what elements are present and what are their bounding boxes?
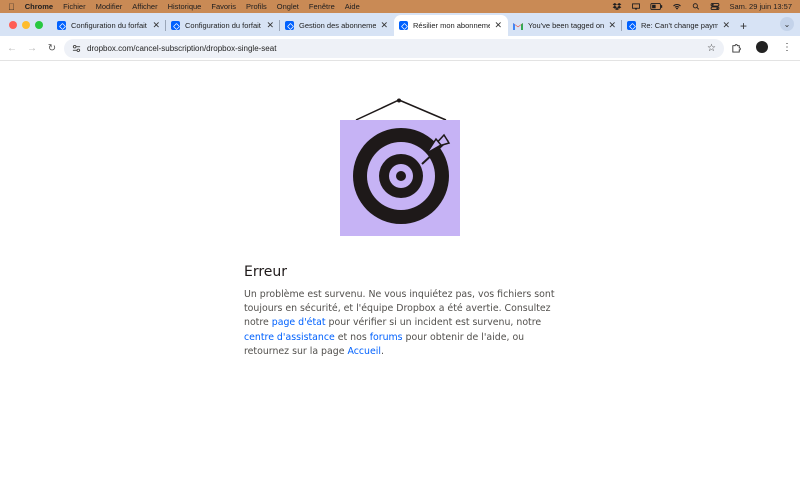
- menu-afficher[interactable]: Afficher: [132, 2, 157, 11]
- bookmark-star-icon[interactable]: ☆: [707, 43, 716, 54]
- close-tab-icon[interactable]: ✕: [494, 20, 502, 31]
- more-menu-icon[interactable]: ⋮: [782, 42, 792, 53]
- back-arrow-icon[interactable]: ←: [2, 43, 22, 54]
- tab-title: Gestion des abonnements: [299, 21, 377, 30]
- dropbox-icon: [627, 21, 636, 30]
- menu-favoris[interactable]: Favoris: [211, 2, 236, 11]
- close-window-button[interactable]: [9, 21, 17, 29]
- error-title: Erreur: [244, 264, 288, 280]
- reload-icon[interactable]: ↻: [42, 43, 62, 54]
- support-center-link[interactable]: centre d'assistance: [244, 332, 335, 343]
- tab-gestion-abonnements[interactable]: Gestion des abonnements ✕: [280, 15, 394, 36]
- menu-historique[interactable]: Historique: [168, 2, 202, 11]
- address-bar[interactable]: dropbox.com/cancel-subscription/dropbox-…: [64, 39, 724, 58]
- tab-title: Re: Can't change paym: [641, 21, 719, 30]
- menubar-datetime[interactable]: Sam. 29 juin 13:57: [729, 2, 792, 11]
- error-text-5: .: [380, 345, 384, 357]
- menu-profils[interactable]: Profils: [246, 2, 267, 11]
- wifi-icon[interactable]: [672, 3, 682, 10]
- tab-title: Résilier mon abonnement: [413, 21, 491, 30]
- dropbox-icon: [171, 21, 180, 30]
- forward-arrow-icon[interactable]: →: [22, 43, 42, 54]
- close-tab-icon[interactable]: ✕: [722, 20, 730, 31]
- menu-fenetre[interactable]: Fenêtre: [309, 2, 335, 11]
- dropbox-status-icon[interactable]: [612, 3, 622, 10]
- menu-aide[interactable]: Aide: [345, 2, 360, 11]
- close-tab-icon[interactable]: ✕: [152, 20, 160, 31]
- toolbar-right: ⋮: [731, 41, 792, 53]
- menu-fichier[interactable]: Fichier: [63, 2, 86, 11]
- error-message: Un problème est survenu. Ne vous inquiét…: [244, 288, 564, 359]
- close-tab-icon[interactable]: ✕: [380, 20, 388, 31]
- error-text-2: pour vérifier si un incident est survenu…: [325, 317, 542, 329]
- tab-gmail-tagged[interactable]: You've been tagged on ✕: [508, 15, 622, 36]
- macos-menubar:  Chrome Fichier Modifier Afficher Histo…: [0, 0, 800, 13]
- fullscreen-window-button[interactable]: [35, 21, 43, 29]
- tab-title: You've been tagged on: [528, 21, 605, 30]
- dropbox-icon: [399, 21, 408, 30]
- tab-title: Configuration du forfait: [185, 21, 261, 30]
- extensions-icon[interactable]: [731, 42, 742, 53]
- status-page-link[interactable]: page d'état: [272, 317, 326, 328]
- menu-app-name[interactable]: Chrome: [25, 2, 53, 11]
- window-controls: [9, 21, 43, 29]
- menu-onglet[interactable]: Onglet: [277, 2, 299, 11]
- site-info-icon[interactable]: [72, 44, 81, 53]
- gmail-icon: [513, 22, 523, 30]
- dropbox-icon: [57, 21, 66, 30]
- tab-resilier-abonnement[interactable]: Résilier mon abonnement ✕: [394, 15, 508, 36]
- dropbox-icon: [285, 21, 294, 30]
- tab-title: Configuration du forfait: [71, 21, 147, 30]
- display-icon[interactable]: [631, 3, 641, 10]
- target-illustration: [340, 98, 460, 236]
- address-url[interactable]: dropbox.com/cancel-subscription/dropbox-…: [87, 44, 276, 53]
- battery-icon[interactable]: [650, 3, 663, 10]
- error-text-3: et nos: [334, 331, 370, 343]
- profile-avatar[interactable]: [756, 41, 768, 53]
- control-center-icon[interactable]: [710, 3, 720, 10]
- tab-configuration-1[interactable]: Configuration du forfait ✕: [52, 15, 166, 36]
- home-link[interactable]: Accueil: [347, 346, 380, 357]
- spotlight-search-icon[interactable]: [691, 3, 701, 10]
- menubar-status-area: Sam. 29 juin 13:57: [612, 2, 792, 11]
- close-tab-icon[interactable]: ✕: [266, 20, 274, 31]
- apple-icon[interactable]: : [8, 2, 15, 12]
- new-tab-button[interactable]: +: [740, 15, 747, 36]
- forums-link[interactable]: forums: [370, 332, 403, 343]
- tab-search-button[interactable]: ⌄: [780, 17, 794, 31]
- tab-re-cant-change[interactable]: Re: Can't change paym ✕: [622, 15, 736, 36]
- close-tab-icon[interactable]: ✕: [608, 20, 616, 31]
- tab-strip: Configuration du forfait ✕ Configuration…: [0, 13, 800, 36]
- browser-toolbar: ← → ↻ dropbox.com/cancel-subscription/dr…: [0, 36, 800, 61]
- minimize-window-button[interactable]: [22, 21, 30, 29]
- menu-modifier[interactable]: Modifier: [96, 2, 123, 11]
- tab-configuration-2[interactable]: Configuration du forfait ✕: [166, 15, 280, 36]
